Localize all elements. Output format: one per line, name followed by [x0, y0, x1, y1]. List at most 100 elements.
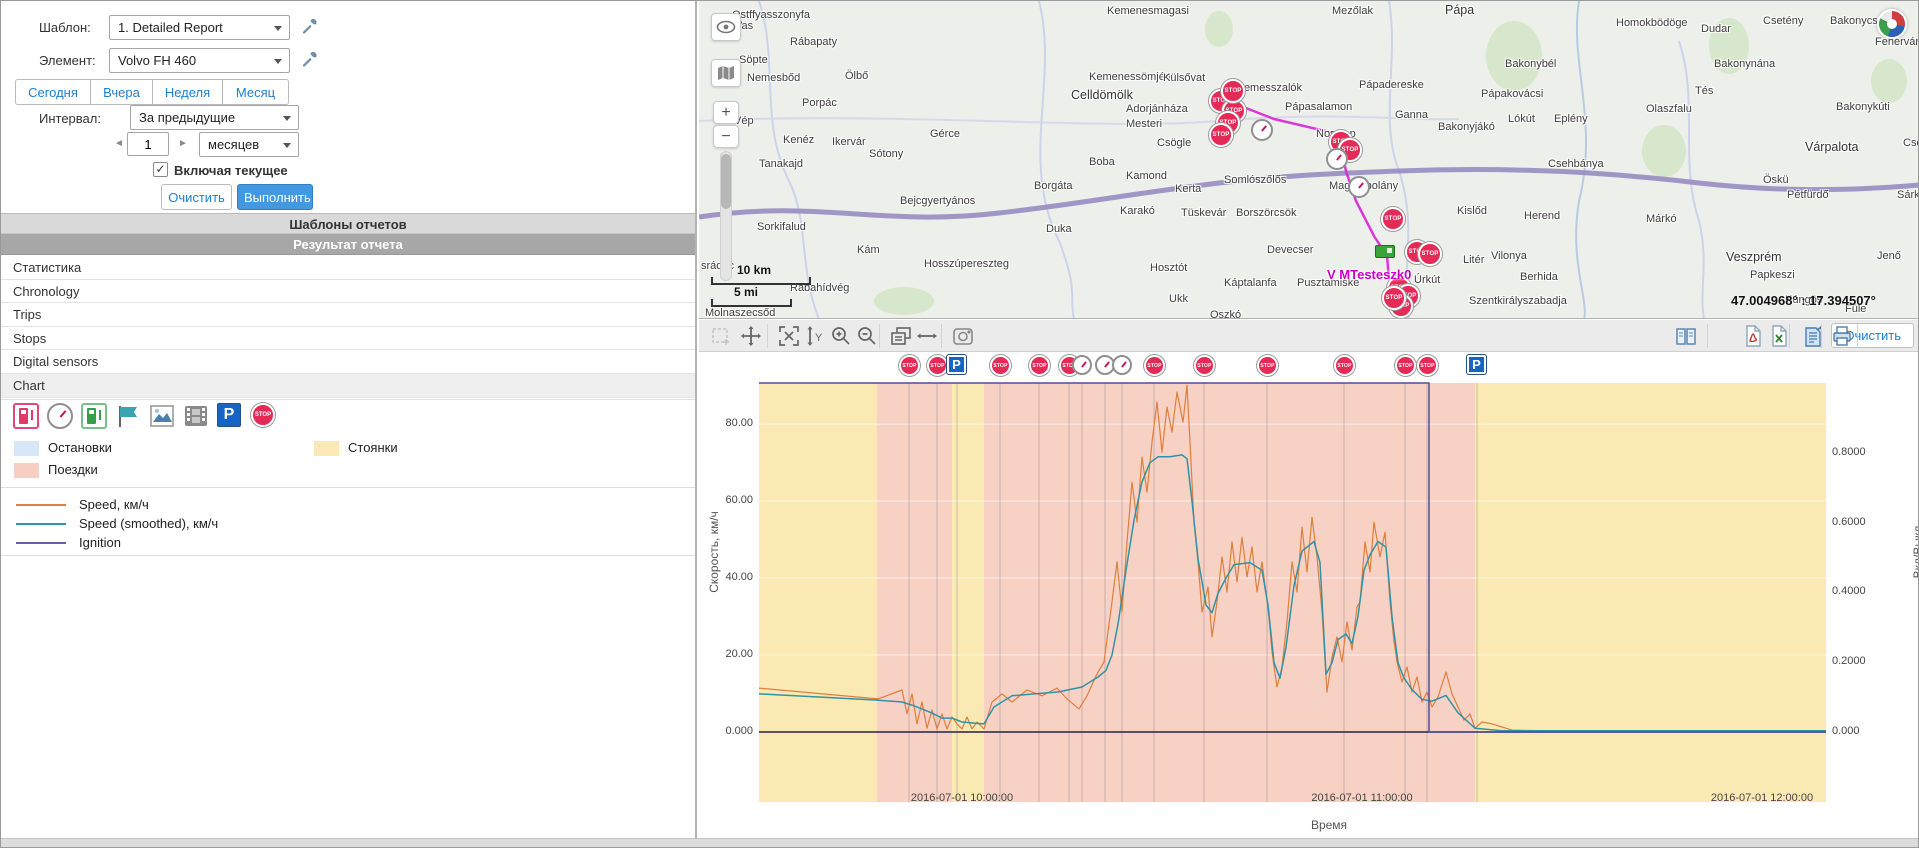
month-button[interactable]: Месяц [223, 79, 289, 105]
parking-marker-icon[interactable]: P [1467, 355, 1486, 374]
stop-marker-icon[interactable]: STOP [1417, 355, 1438, 376]
y-axis-right-tick: 0.000 [1832, 725, 1860, 737]
map-place-label: Lókút [1508, 113, 1535, 125]
stop-marker-icon[interactable]: STOP [1381, 207, 1405, 231]
stop-marker-icon[interactable]: STOP [927, 355, 948, 376]
count-increment-arrow[interactable]: ► [178, 136, 188, 152]
include-current-checkbox[interactable]: ✓ [153, 162, 168, 177]
element-wrench-icon[interactable] [301, 50, 319, 68]
interval-unit-select[interactable]: месяцев [199, 132, 299, 157]
map-place-label: Berhida [1520, 271, 1558, 283]
map-layers-button[interactable] [711, 59, 741, 87]
fit-y-icon[interactable]: Y [803, 324, 827, 348]
map-scale-km-label: 10 km [737, 263, 771, 277]
stop-icon[interactable]: STOP [251, 403, 277, 429]
stop-marker-icon[interactable]: STOP [1194, 355, 1215, 376]
map-zoom-in-button[interactable]: + [713, 101, 739, 124]
report-section-row[interactable]: Stops [1, 327, 695, 351]
map-place-label: Bakonybél [1505, 58, 1556, 70]
report-view-icon[interactable] [1674, 324, 1698, 348]
snapshot-icon[interactable] [951, 324, 975, 348]
fit-x-icon[interactable] [915, 324, 939, 348]
pan-icon[interactable] [739, 324, 763, 348]
map-canvas [699, 1, 1919, 319]
yesterday-button[interactable]: Вчера [91, 79, 153, 105]
stop-marker-icon[interactable]: STOP [1029, 355, 1050, 376]
zoom-out-icon[interactable] [855, 324, 879, 348]
map-place-label: Kemenesmagasi [1107, 5, 1189, 17]
interval-unit-value: месяцев [208, 137, 259, 152]
report-section-row[interactable]: Trips [1, 303, 695, 327]
map-place-label: Pápadereske [1359, 79, 1424, 91]
template-select[interactable]: 1. Detailed Report [109, 15, 290, 40]
vehicle-truck-icon[interactable] [1375, 245, 1395, 258]
interval-label: Интервал: [39, 111, 101, 126]
count-input[interactable] [127, 132, 169, 156]
image-icon[interactable] [149, 403, 175, 429]
stop-marker-icon[interactable]: STOP [990, 355, 1011, 376]
windows-icon[interactable] [889, 324, 913, 348]
gauge-marker-icon[interactable] [1072, 355, 1092, 375]
gauge-marker-icon[interactable] [1326, 148, 1348, 170]
stop-marker-icon[interactable]: STOP [1334, 355, 1355, 376]
report-config-panel: Шаблон: 1. Detailed Report Элемент: Volv… [1, 1, 697, 848]
map-visibility-button[interactable] [711, 13, 741, 41]
speed-chart-canvas [699, 352, 1919, 848]
legend-area-swatch [14, 441, 39, 456]
print-icon[interactable] [1830, 324, 1854, 348]
element-select[interactable]: Volvo FH 460 [109, 48, 290, 73]
stop-marker-icon[interactable]: STOP [899, 355, 920, 376]
map-panel[interactable]: OstffyasszonyfaKemenesmagasiKemenessömjé… [699, 1, 1919, 319]
fuel-red-icon[interactable] [13, 403, 39, 429]
report-section-row[interactable]: Статистика [1, 256, 695, 280]
map-place-label: Pápa [1445, 3, 1474, 17]
chart-plot-area[interactable]: Скорость, км/ч Вкл/Выкл Время 0.00020.00… [699, 352, 1919, 848]
report-section-row[interactable]: Digital sensors [1, 350, 695, 374]
stop-marker-icon[interactable]: STOP [1395, 355, 1416, 376]
map-place-label: Kerta [1175, 183, 1201, 195]
report-section-row[interactable]: Chronology [1, 280, 695, 304]
legend-area-swatch [14, 463, 39, 478]
fuel-green-icon[interactable] [81, 403, 107, 429]
gauge-marker-icon[interactable] [1251, 119, 1273, 141]
map-zoom-slider[interactable] [720, 151, 732, 281]
clear-button[interactable]: Очистить [161, 184, 232, 210]
fit-screen-icon[interactable] [777, 324, 801, 348]
report-section-row[interactable]: Chart [1, 374, 695, 398]
stop-marker-icon[interactable]: STOP [1221, 79, 1245, 103]
gauge-icon[interactable] [47, 403, 73, 429]
stop-marker-icon[interactable]: STOP [1418, 242, 1442, 266]
execute-button[interactable]: Выполнить [237, 184, 313, 210]
template-wrench-icon[interactable] [301, 17, 319, 35]
stop-marker-icon[interactable]: STOP [1382, 286, 1406, 310]
map-place-label: Karakó [1120, 205, 1155, 217]
stop-marker-icon[interactable]: STOP [1209, 123, 1233, 147]
map-place-label: Duka [1046, 223, 1072, 235]
today-button[interactable]: Сегодня [15, 79, 91, 105]
map-zoom-slider-thumb[interactable] [721, 154, 731, 209]
export-excel-icon[interactable] [1767, 324, 1791, 348]
flag-icon[interactable] [115, 403, 141, 429]
y-axis-right-tick: 0.6000 [1832, 516, 1866, 528]
stop-marker-icon[interactable]: STOP [1144, 355, 1165, 376]
map-zoom-out-button[interactable]: − [713, 125, 739, 148]
film-icon[interactable] [183, 403, 209, 429]
map-place-label: Csór [1903, 137, 1919, 149]
element-select-value: Volvo FH 460 [118, 53, 196, 68]
map-place-label: Úrkút [1414, 274, 1440, 286]
parking-marker-icon[interactable]: P [947, 355, 966, 374]
map-place-label: Csögle [1157, 137, 1191, 149]
report-templates-header[interactable]: Шаблоны отчетов [1, 213, 695, 234]
export-pdf-icon[interactable] [1741, 324, 1765, 348]
stop-marker-icon[interactable]: STOP [1257, 355, 1278, 376]
parking-icon[interactable]: P [217, 403, 243, 429]
gauge-needle [1358, 182, 1364, 189]
select-region-icon[interactable] [709, 324, 733, 348]
week-button[interactable]: Неделя [153, 79, 223, 105]
gauge-marker-icon[interactable] [1348, 176, 1370, 198]
count-decrement-arrow[interactable]: ◄ [114, 136, 124, 152]
map-provider-logo[interactable] [1877, 9, 1907, 39]
gauge-marker-icon[interactable] [1112, 355, 1132, 375]
interval-select[interactable]: За предыдущие [130, 105, 299, 130]
zoom-in-icon[interactable] [829, 324, 853, 348]
